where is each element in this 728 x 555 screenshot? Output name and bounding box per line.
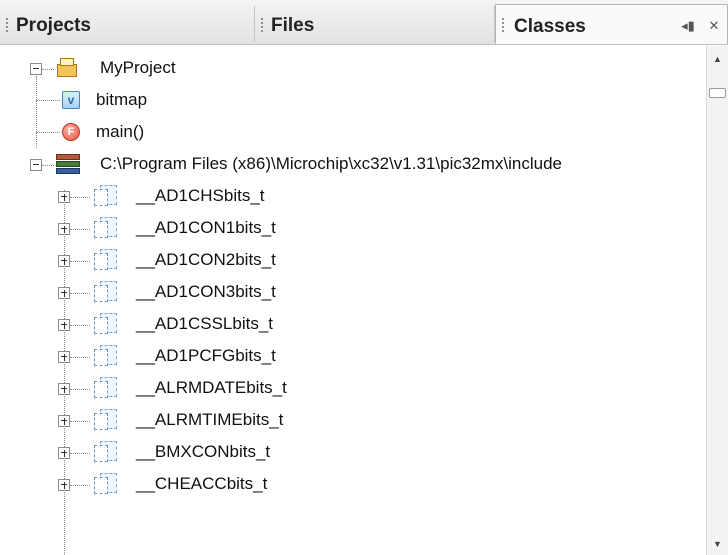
vertical-scrollbar[interactable]: ▲ ▼ [706,46,728,555]
function-label: main() [96,122,145,141]
library-icon [56,154,80,174]
tree-connector [70,357,90,358]
struct-icon [94,313,118,335]
class-label: __AD1PCFGbits_t [136,346,276,365]
variable-icon: v [62,91,80,109]
tree-node-function[interactable]: F main() [0,116,706,148]
tree-node-class[interactable]: __AD1CON1bits_t [0,212,706,244]
tree-connector [70,325,90,326]
tab-classes[interactable]: Classes ◂▮ ✕ [495,4,728,44]
tree-node-class[interactable]: __AD1CHSbits_t [0,180,706,212]
tree-node-class[interactable]: __AD1CON3bits_t [0,276,706,308]
tab-projects-label: Projects [16,15,91,36]
library-path-label: C:\Program Files (x86)\Microchip\xc32\v1… [100,154,563,173]
tree-connector [42,165,54,166]
variable-label: bitmap [96,90,148,109]
tree-connector [70,293,90,294]
tree-node-project[interactable]: MyProject [0,52,706,84]
function-icon: F [62,123,80,141]
expand-icon[interactable] [58,191,70,203]
struct-icon [94,185,118,207]
drag-grip-icon[interactable] [6,18,8,34]
tree-node-class[interactable]: __AD1PCFGbits_t [0,340,706,372]
class-label: __CHEACCbits_t [136,474,268,493]
minimize-icon[interactable]: ◂▮ [680,19,696,33]
class-label: __AD1CHSbits_t [136,186,265,205]
collapse-icon[interactable] [30,63,42,75]
struct-icon [94,441,118,463]
tree-connector [70,261,90,262]
expand-icon[interactable] [58,383,70,395]
tab-projects[interactable]: Projects [0,6,255,42]
struct-icon [94,345,118,367]
panel-tab-bar: Projects Files Classes ◂▮ ✕ [0,0,728,45]
expand-icon[interactable] [58,287,70,299]
tree-node-variable[interactable]: v bitmap [0,84,706,116]
tree-node-class[interactable]: __BMXCONbits_t [0,436,706,468]
collapse-icon[interactable] [30,159,42,171]
tree-node-library[interactable]: C:\Program Files (x86)\Microchip\xc32\v1… [0,148,706,180]
tree-connector [70,453,90,454]
close-icon[interactable]: ✕ [706,19,722,33]
struct-icon [94,249,118,271]
tab-files[interactable]: Files [255,6,495,42]
tree-node-class[interactable]: __AD1CSSLbits_t [0,308,706,340]
class-label: __AD1CON2bits_t [136,250,276,269]
tree-connector [70,197,90,198]
class-label: __AD1CON3bits_t [136,282,276,301]
expand-icon[interactable] [58,415,70,427]
expand-icon[interactable] [58,351,70,363]
scrollbar-thumb[interactable] [709,88,726,98]
tree-connector [70,485,90,486]
tree-connector [70,229,90,230]
class-label: __ALRMTIMEbits_t [136,410,284,429]
expand-icon[interactable] [58,447,70,459]
project-label: MyProject [100,58,176,77]
drag-grip-icon[interactable] [261,18,263,34]
tree-node-class[interactable]: __CHEACCbits_t [0,468,706,500]
project-icon [56,57,78,77]
class-label: __AD1CON1bits_t [136,218,276,237]
struct-icon [94,377,118,399]
scroll-up-arrow-icon[interactable]: ▲ [707,50,728,68]
scroll-down-arrow-icon[interactable]: ▼ [707,535,728,553]
expand-icon[interactable] [58,223,70,235]
class-label: __BMXCONbits_t [136,442,271,461]
class-label: __AD1CSSLbits_t [136,314,274,333]
tree-connector [70,421,90,422]
tree-node-class[interactable]: __AD1CON2bits_t [0,244,706,276]
expand-icon[interactable] [58,319,70,331]
expand-icon[interactable] [58,479,70,491]
classes-tree: MyProject v bitmap F main() C:\Program F… [0,46,706,555]
struct-icon [94,473,118,495]
tab-classes-label: Classes [514,16,586,37]
struct-icon [94,409,118,431]
expand-icon[interactable] [58,255,70,267]
tab-files-label: Files [271,15,315,36]
tree-node-class[interactable]: __ALRMTIMEbits_t [0,404,706,436]
struct-icon [94,281,118,303]
tree-node-class[interactable]: __ALRMDATEbits_t [0,372,706,404]
drag-grip-icon[interactable] [502,18,504,34]
class-label: __ALRMDATEbits_t [136,378,287,397]
tree-connector [42,69,54,70]
tree-connector [70,389,90,390]
struct-icon [94,217,118,239]
